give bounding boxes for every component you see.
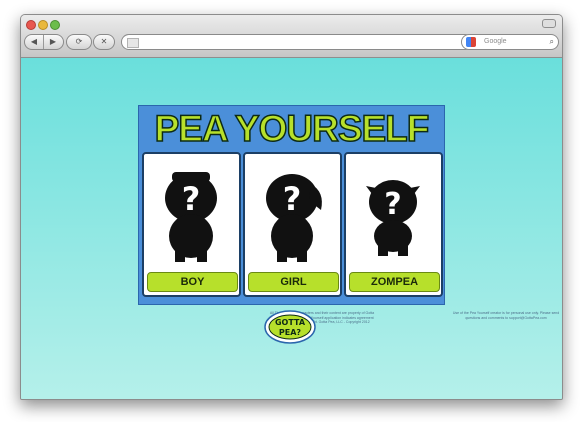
search-field[interactable]: Google ⌕ [461, 34, 559, 50]
browser-window: ◀ ▶ ⟳ ✕ ⌂ ▶ Google ⌕ PEA YOURSELF [20, 14, 563, 400]
browser-toolbar: ◀ ▶ ⟳ ✕ ⌂ ▶ Google ⌕ [21, 15, 562, 58]
zoom-window-button[interactable] [50, 20, 60, 30]
search-placeholder: Google [484, 38, 507, 45]
svg-text:?: ? [283, 180, 302, 218]
minimize-window-button[interactable] [38, 20, 48, 30]
pea-yourself-panel: PEA YOURSELF ? BOY ? GIRL ? ZOMPEA All T… [138, 105, 559, 324]
close-window-button[interactable] [26, 20, 36, 30]
stop-button[interactable]: ✕ [93, 34, 115, 50]
forward-button[interactable]: ▶ [44, 35, 62, 49]
back-forward-group: ◀ ▶ [24, 34, 64, 50]
terms-text: Use of the Pea Yourself creator is for p… [452, 311, 560, 320]
back-button[interactable]: ◀ [25, 35, 44, 49]
page-content: PEA YOURSELF ? BOY ? GIRL ? ZOMPEA All T… [21, 58, 562, 399]
boy-label: BOY [147, 272, 238, 292]
gotta-pea-logo[interactable]: GOTTA PEA? [264, 310, 316, 344]
address-bar[interactable]: ▶ [121, 34, 473, 50]
zompea-silhouette-icon: ? [366, 180, 420, 256]
toolbar-toggle-button[interactable] [542, 19, 556, 28]
svg-text:?: ? [384, 187, 401, 222]
zompea-label: ZOMPEA [349, 272, 440, 292]
boy-card[interactable]: ? BOY [142, 152, 241, 297]
girl-silhouette-icon: ? [266, 174, 322, 262]
site-icon [127, 38, 139, 48]
google-icon [466, 37, 476, 47]
search-icon[interactable]: ⌕ [550, 35, 554, 49]
svg-text:?: ? [182, 180, 201, 218]
reload-button[interactable]: ⟳ [66, 34, 92, 50]
zompea-card[interactable]: ? ZOMPEA [344, 152, 443, 297]
page-title: PEA YOURSELF [154, 107, 430, 150]
svg-text:GOTTA: GOTTA [275, 318, 306, 327]
girl-card[interactable]: ? GIRL [243, 152, 342, 297]
girl-label: GIRL [248, 272, 339, 292]
svg-text:PEA?: PEA? [279, 328, 302, 337]
boy-silhouette-icon: ? [165, 172, 217, 262]
